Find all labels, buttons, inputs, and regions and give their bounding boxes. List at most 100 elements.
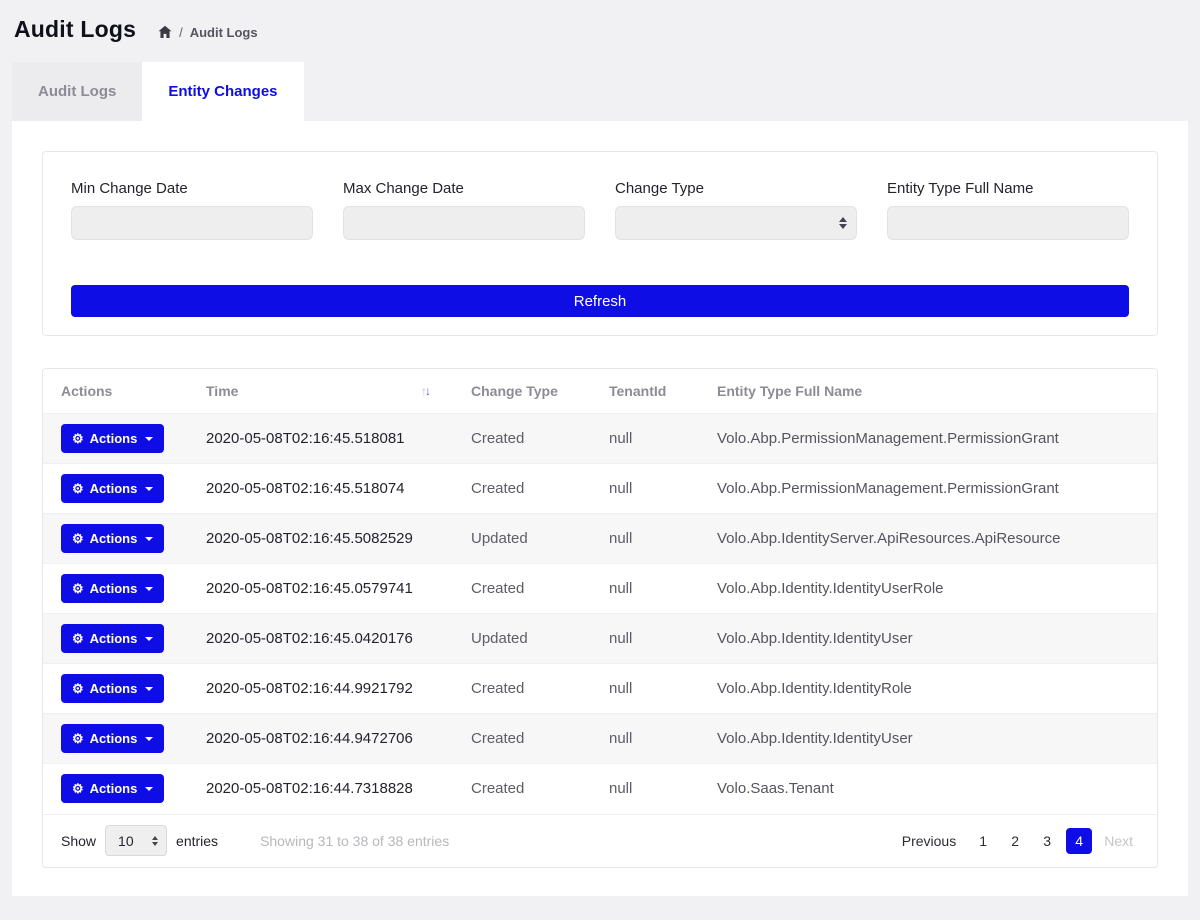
row-tenant-id: null	[591, 464, 699, 514]
row-time: 2020-05-08T02:16:45.0579741	[188, 564, 453, 614]
row-time: 2020-05-08T02:16:44.9472706	[188, 714, 453, 764]
table-row: ⚙ Actions 2020-05-08T02:16:44.7318828 Cr…	[43, 764, 1157, 814]
row-tenant-id: null	[591, 764, 699, 814]
pagination-pages: 1234	[970, 828, 1092, 854]
pagination-page-1[interactable]: 1	[970, 828, 996, 854]
caret-down-icon	[145, 487, 153, 491]
min-change-date-label: Min Change Date	[71, 180, 313, 197]
caret-down-icon	[145, 437, 153, 441]
main-content-card: Min Change Date Max Change Date Change T…	[12, 121, 1188, 896]
row-actions-button[interactable]: ⚙ Actions	[61, 774, 164, 803]
row-change-type: Updated	[453, 614, 591, 664]
gear-icon: ⚙	[72, 582, 84, 595]
table-header-row: Actions Time ↑↓ Change Type TenantId Ent…	[43, 369, 1157, 414]
column-header-actions: Actions	[43, 369, 188, 414]
pagination-page-2[interactable]: 2	[1002, 828, 1028, 854]
row-actions-button[interactable]: ⚙ Actions	[61, 724, 164, 753]
page-size-spinner-icon	[152, 836, 158, 846]
breadcrumb-current: Audit Logs	[190, 25, 258, 40]
row-actions-button[interactable]: ⚙ Actions	[61, 624, 164, 653]
row-actions-button[interactable]: ⚙ Actions	[61, 574, 164, 603]
row-entity-type: Volo.Saas.Tenant	[699, 764, 1157, 814]
row-change-type: Created	[453, 764, 591, 814]
gear-icon: ⚙	[72, 632, 84, 645]
row-actions-button[interactable]: ⚙ Actions	[61, 474, 164, 503]
sort-icon[interactable]: ↑↓	[421, 384, 429, 398]
table-row: ⚙ Actions 2020-05-08T02:16:45.0579741 Cr…	[43, 564, 1157, 614]
filter-max-change-date: Max Change Date	[343, 180, 585, 240]
row-change-type: Updated	[453, 514, 591, 564]
breadcrumb: / Audit Logs	[158, 25, 258, 40]
filter-min-change-date: Min Change Date	[71, 180, 313, 240]
table-row: ⚙ Actions 2020-05-08T02:16:45.0420176 Up…	[43, 614, 1157, 664]
entries-summary: Showing 31 to 38 of 38 entries	[260, 833, 449, 849]
row-entity-type: Volo.Abp.Identity.IdentityUser	[699, 614, 1157, 664]
min-change-date-input[interactable]	[71, 206, 313, 240]
row-entity-type: Volo.Abp.Identity.IdentityUser	[699, 714, 1157, 764]
pagination: Previous 1234 Next	[894, 828, 1139, 854]
row-entity-type: Volo.Abp.Identity.IdentityRole	[699, 664, 1157, 714]
column-header-tenant-id: TenantId	[591, 369, 699, 414]
max-change-date-input[interactable]	[343, 206, 585, 240]
row-tenant-id: null	[591, 514, 699, 564]
max-change-date-label: Max Change Date	[343, 180, 585, 197]
page-size-select[interactable]: 10	[105, 825, 167, 856]
row-actions-button[interactable]: ⚙ Actions	[61, 674, 164, 703]
tab-entity-changes[interactable]: Entity Changes	[142, 62, 303, 121]
row-entity-type: Volo.Abp.IdentityServer.ApiResources.Api…	[699, 514, 1157, 564]
entries-label: entries	[176, 833, 218, 849]
row-change-type: Created	[453, 714, 591, 764]
table-footer: Show 10 entries Showing 31 to 38 of 38 e…	[43, 814, 1157, 867]
entity-type-full-name-label: Entity Type Full Name	[887, 180, 1129, 197]
table-row: ⚙ Actions 2020-05-08T02:16:44.9921792 Cr…	[43, 664, 1157, 714]
entity-changes-table-card: Actions Time ↑↓ Change Type TenantId Ent…	[42, 368, 1158, 868]
page-header: Audit Logs / Audit Logs	[0, 0, 1200, 43]
row-entity-type: Volo.Abp.PermissionManagement.Permission…	[699, 414, 1157, 464]
row-time: 2020-05-08T02:16:44.7318828	[188, 764, 453, 814]
row-change-type: Created	[453, 664, 591, 714]
refresh-button[interactable]: Refresh	[71, 285, 1129, 317]
entity-type-full-name-input[interactable]	[887, 206, 1129, 240]
row-entity-type: Volo.Abp.Identity.IdentityUserRole	[699, 564, 1157, 614]
column-header-change-type: Change Type	[453, 369, 591, 414]
row-tenant-id: null	[591, 414, 699, 464]
caret-down-icon	[145, 737, 153, 741]
pagination-page-3[interactable]: 3	[1034, 828, 1060, 854]
row-time: 2020-05-08T02:16:45.5082529	[188, 514, 453, 564]
tab-audit-logs[interactable]: Audit Logs	[12, 62, 142, 121]
gear-icon: ⚙	[72, 682, 84, 695]
row-change-type: Created	[453, 464, 591, 514]
pagination-page-4[interactable]: 4	[1066, 828, 1092, 854]
gear-icon: ⚙	[72, 482, 84, 495]
row-time: 2020-05-08T02:16:45.0420176	[188, 614, 453, 664]
pagination-next[interactable]: Next	[1098, 829, 1139, 853]
row-change-type: Created	[453, 564, 591, 614]
caret-down-icon	[145, 537, 153, 541]
caret-down-icon	[145, 637, 153, 641]
row-tenant-id: null	[591, 714, 699, 764]
pagination-previous[interactable]: Previous	[894, 829, 964, 853]
caret-down-icon	[145, 787, 153, 791]
change-type-select[interactable]	[615, 206, 857, 240]
row-actions-button[interactable]: ⚙ Actions	[61, 524, 164, 553]
row-tenant-id: null	[591, 664, 699, 714]
row-time: 2020-05-08T02:16:45.518081	[188, 414, 453, 464]
column-header-time: Time ↑↓	[188, 369, 453, 414]
filter-entity-type-full-name: Entity Type Full Name	[887, 180, 1129, 240]
column-header-entity-type-full-name: Entity Type Full Name	[699, 369, 1157, 414]
home-icon[interactable]	[158, 26, 172, 39]
table-row: ⚙ Actions 2020-05-08T02:16:45.518081 Cre…	[43, 414, 1157, 464]
row-tenant-id: null	[591, 564, 699, 614]
gear-icon: ⚙	[72, 782, 84, 795]
table-row: ⚙ Actions 2020-05-08T02:16:45.518074 Cre…	[43, 464, 1157, 514]
row-actions-button[interactable]: ⚙ Actions	[61, 424, 164, 453]
gear-icon: ⚙	[72, 732, 84, 745]
caret-down-icon	[145, 687, 153, 691]
row-tenant-id: null	[591, 614, 699, 664]
row-time: 2020-05-08T02:16:44.9921792	[188, 664, 453, 714]
table-row: ⚙ Actions 2020-05-08T02:16:44.9472706 Cr…	[43, 714, 1157, 764]
gear-icon: ⚙	[72, 532, 84, 545]
gear-icon: ⚙	[72, 432, 84, 445]
table-row: ⚙ Actions 2020-05-08T02:16:45.5082529 Up…	[43, 514, 1157, 564]
caret-down-icon	[145, 587, 153, 591]
